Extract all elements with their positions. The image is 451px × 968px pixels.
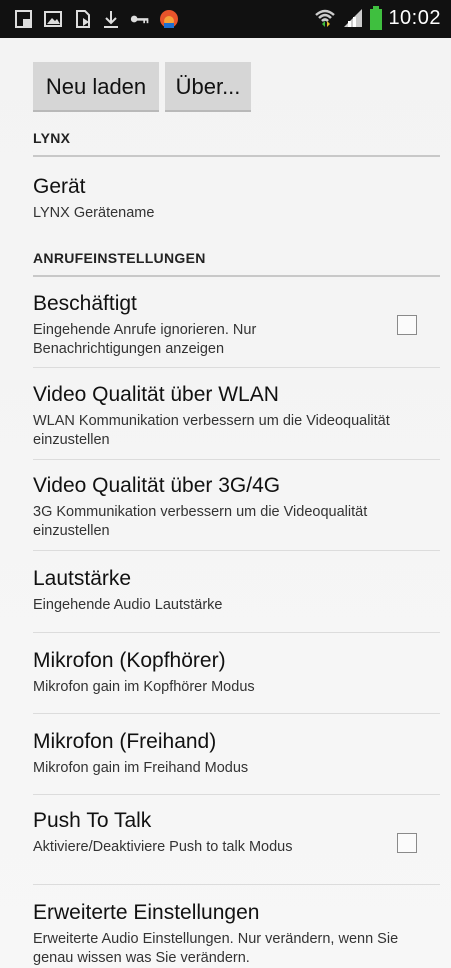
reload-button[interactable]: Neu laden [33, 62, 159, 112]
about-button[interactable]: Über... [165, 62, 251, 112]
screenshot-icon [15, 10, 32, 28]
pref-advanced[interactable]: Erweiterte Einstellungen Erweiterte Audi… [33, 900, 440, 966]
key-icon [130, 15, 149, 24]
sd-card-icon [76, 10, 90, 28]
pref-mic-headset[interactable]: Mikrofon (Kopfhörer) Mikrofon gain im Ko… [33, 648, 440, 714]
pref-summary: Eingehende Audio Lautstärke [33, 597, 223, 613]
pref-title: Beschäftigt [33, 292, 137, 315]
section-header-lynx: LYNX [33, 130, 440, 157]
pref-summary: Aktiviere/Deaktiviere Push to talk Modus [33, 839, 293, 855]
busy-checkbox[interactable] [397, 315, 417, 335]
pref-summary: LYNX Gerätename [33, 205, 155, 221]
pref-volume[interactable]: Lautstärke Eingehende Audio Lautstärke [33, 566, 440, 633]
pref-title: Mikrofon (Kopfhörer) [33, 649, 226, 672]
battery-icon [370, 6, 383, 30]
pref-summary: Mikrofon gain im Kopfhörer Modus [33, 679, 255, 695]
pref-video-wlan[interactable]: Video Qualität über WLAN WLAN Kommunikat… [33, 382, 440, 460]
pref-title: Erweiterte Einstellungen [33, 901, 260, 924]
pref-summary: 3G Kommunikation verbessern um die Video… [33, 504, 368, 539]
pref-title: Video Qualität über WLAN [33, 383, 279, 406]
pref-title: Video Qualität über 3G/4G [33, 474, 281, 497]
button-row: Neu laden Über... [33, 62, 251, 112]
section-header-calls: ANRUFEINSTELLUNGEN [33, 250, 440, 277]
pref-summary: Eingehende Anrufe ignorieren. Nur Benach… [33, 322, 257, 357]
image-icon [44, 11, 62, 27]
pref-title: Mikrofon (Freihand) [33, 730, 217, 753]
pref-busy[interactable]: Beschäftigt Eingehende Anrufe ignorieren… [33, 291, 440, 368]
pref-push-to-talk[interactable]: Push To Talk Aktiviere/Deaktiviere Push … [33, 808, 440, 885]
pref-summary: WLAN Kommunikation verbessern um die Vid… [33, 413, 390, 448]
pref-summary: Mikrofon gain im Freihand Modus [33, 760, 249, 776]
download-icon [104, 11, 118, 28]
wifi-icon [315, 9, 336, 27]
pref-mic-handsfree[interactable]: Mikrofon (Freihand) Mikrofon gain im Fre… [33, 729, 440, 795]
status-bar: 10:02 [0, 0, 451, 38]
signal-icon [344, 9, 363, 27]
pref-video-mobile[interactable]: Video Qualität über 3G/4G 3G Kommunikati… [33, 473, 440, 551]
app-icon [160, 10, 178, 28]
pref-title: Gerät [33, 175, 86, 198]
pref-title: Push To Talk [33, 809, 152, 832]
pref-title: Lautstärke [33, 567, 132, 590]
pref-device[interactable]: Gerät LYNX Gerätename [33, 174, 440, 226]
settings-screen: Neu laden Über... LYNX Gerät LYNX Geräte… [0, 38, 451, 968]
pref-summary: Erweiterte Audio Einstellungen. Nur verä… [33, 931, 399, 966]
clock: 10:02 [388, 6, 441, 29]
push-to-talk-checkbox[interactable] [397, 833, 417, 853]
